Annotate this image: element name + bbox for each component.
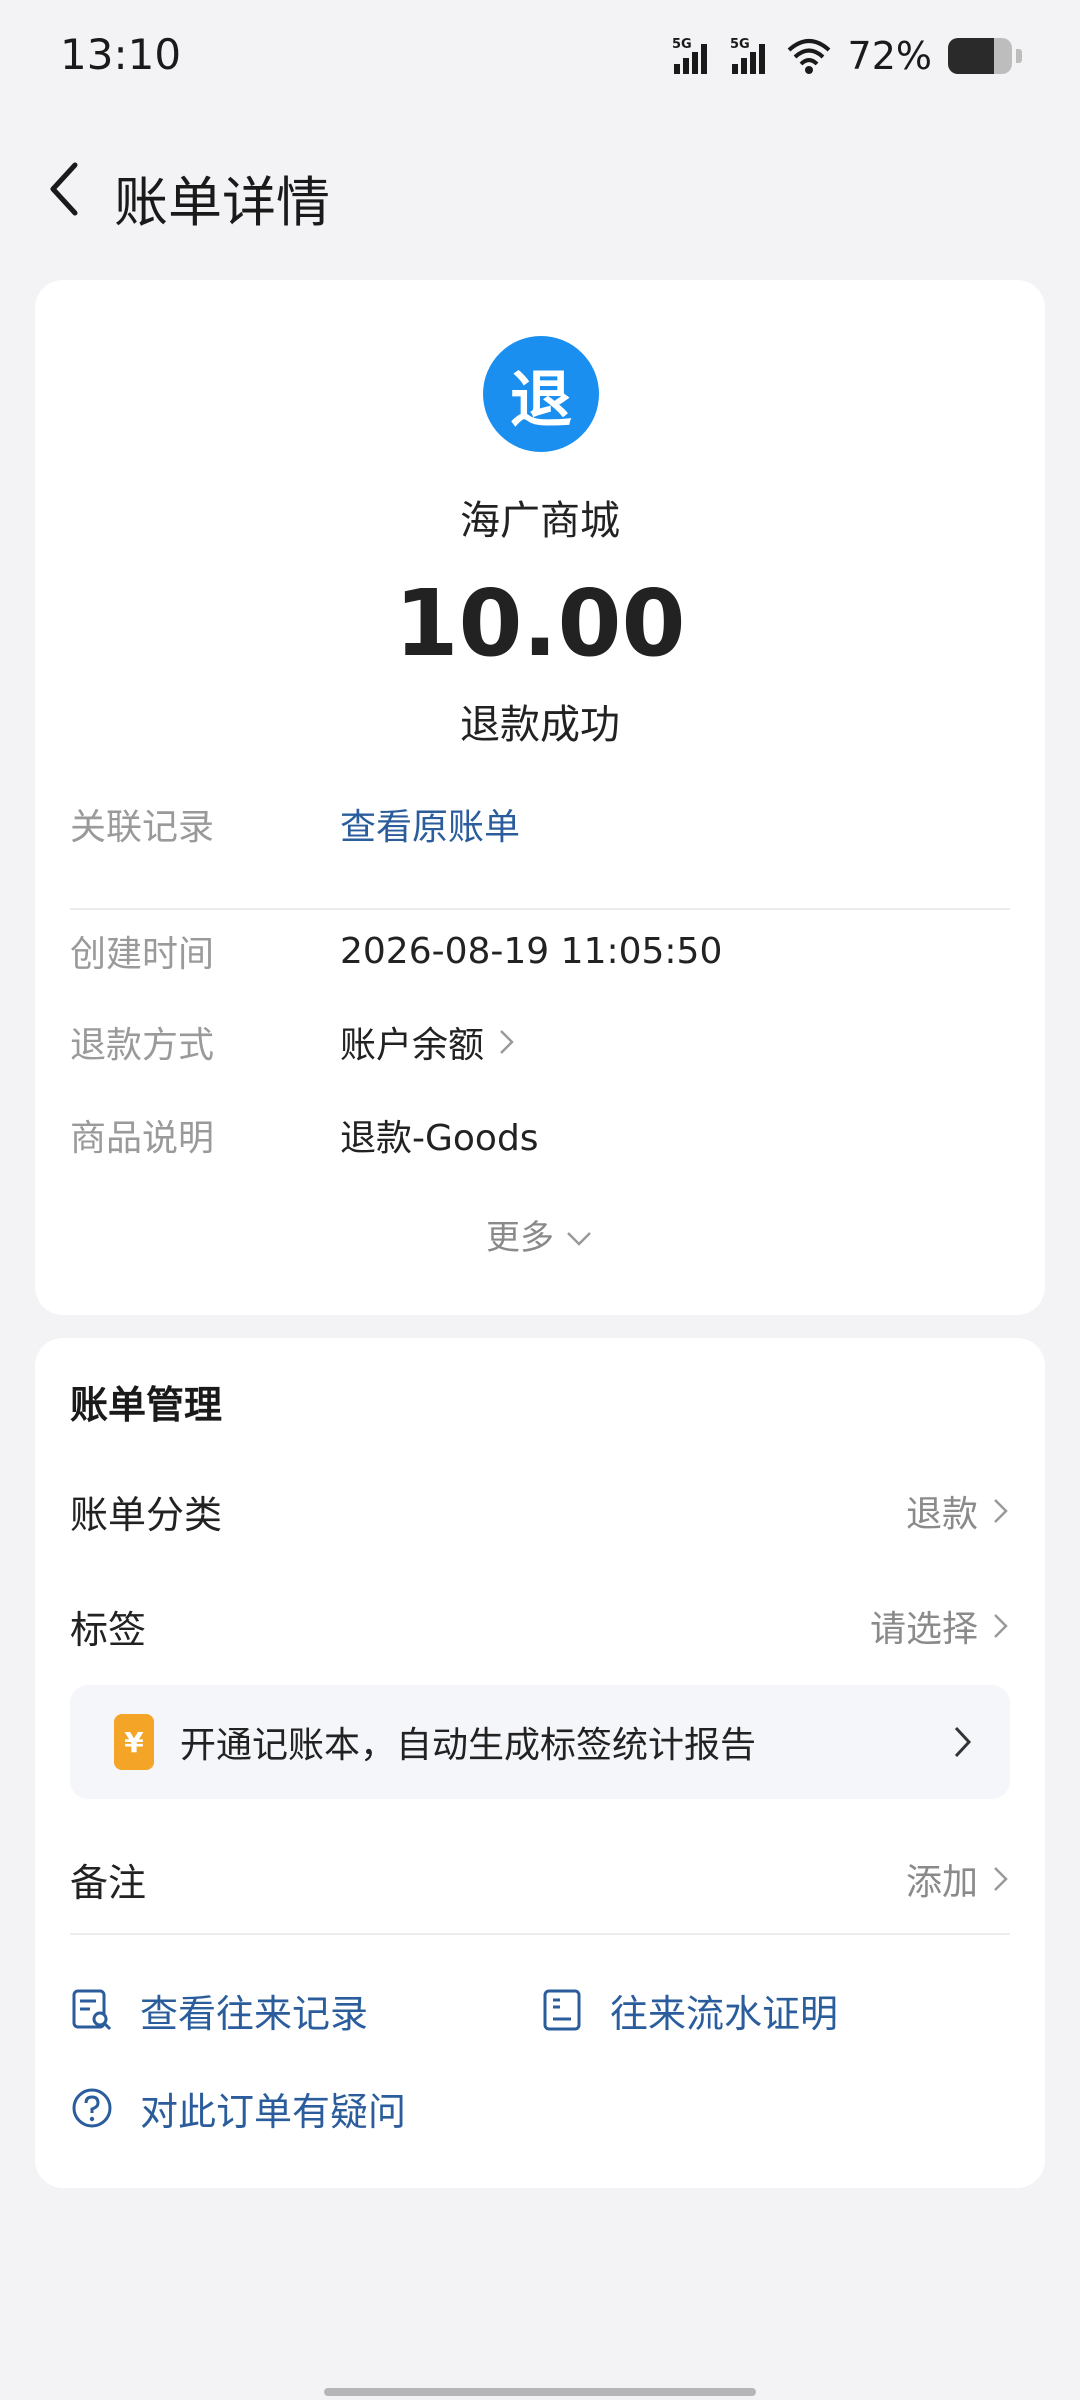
transaction-proof-button[interactable]: 往来流水证明	[540, 1975, 838, 2045]
home-indicator[interactable]	[324, 2388, 756, 2396]
yuan-icon: ¥	[114, 1714, 154, 1770]
goods-desc-value: 退款-Goods	[340, 1118, 539, 1159]
refund-method-text: 账户余额	[340, 1025, 485, 1066]
divider	[70, 1933, 1010, 1935]
refund-status: 退款成功	[460, 702, 620, 748]
amount: 10.00	[394, 570, 686, 677]
chevron-right-icon	[994, 1614, 1008, 1638]
category-text: 退款	[905, 1494, 978, 1535]
promo-text: 开通记账本，自动生成标签统计报告	[180, 1725, 757, 1766]
back-arrow-icon	[50, 162, 78, 216]
battery-icon	[948, 38, 1012, 74]
note-value: 添加	[906, 1853, 1010, 1905]
refund-icon: 退	[483, 336, 599, 452]
bill-summary-card: 退 海广商城 10.00 退款成功 关联记录 查看原账单 创建时间 2026-0…	[35, 280, 1045, 1315]
view-records-label: 查看往来记录	[140, 1991, 369, 2036]
battery-percent: 72%	[847, 34, 932, 78]
status-bar: 13:10 5G 5G 72%	[0, 0, 1080, 116]
tag-row[interactable]: 标签 请选择	[70, 1591, 1010, 1661]
refund-method-label: 退款方式	[70, 1025, 215, 1066]
refund-method-row[interactable]: 退款方式 账户余额	[70, 1012, 1010, 1072]
bill-management-card: 账单管理 账单分类 退款 标签 请选择 ¥ 开通记账本，自动生成标签统计报告 备…	[35, 1338, 1045, 2188]
tag-value: 请选择	[870, 1600, 1010, 1652]
svg-text:5G: 5G	[730, 37, 750, 52]
view-original-bill-link[interactable]: 查看原账单	[340, 798, 520, 850]
svg-text:5G: 5G	[672, 37, 692, 52]
refund-method-value: 账户余额	[340, 1016, 516, 1068]
transaction-proof-label: 往来流水证明	[610, 1991, 839, 2036]
related-record-label: 关联记录	[70, 807, 215, 848]
ledger-promo-banner[interactable]: ¥ 开通记账本，自动生成标签统计报告	[70, 1685, 1010, 1799]
more-button[interactable]: 更多	[35, 1210, 1045, 1259]
status-indicators: 5G 5G 72%	[670, 34, 1022, 78]
divider	[70, 908, 1010, 910]
document-proof-icon	[543, 1989, 581, 2031]
question-circle-icon	[72, 2088, 112, 2128]
battery-fill	[948, 38, 995, 74]
wifi-icon	[787, 39, 830, 74]
chevron-right-icon	[500, 1030, 514, 1054]
view-records-button[interactable]: 查看往来记录	[70, 1975, 368, 2045]
page-title: 账单详情	[114, 171, 330, 234]
tag-text: 请选择	[869, 1609, 978, 1650]
goods-desc-row: 商品说明 退款-Goods	[70, 1105, 1010, 1165]
battery-cap	[1016, 49, 1022, 63]
order-question-button[interactable]: 对此订单有疑问	[70, 2073, 406, 2143]
note-row[interactable]: 备注 添加	[70, 1844, 1010, 1914]
chevron-down-icon	[567, 1231, 591, 1246]
signal-icon: 5G	[730, 37, 765, 74]
more-label: 更多	[486, 1218, 554, 1258]
header: 账单详情	[0, 140, 1080, 240]
signal-icon: 5G	[672, 37, 707, 74]
chevron-right-icon	[994, 1867, 1008, 1891]
back-button[interactable]	[30, 154, 100, 224]
created-time-row: 创建时间 2026-08-19 11:05:50	[70, 921, 1010, 981]
chevron-right-icon	[994, 1499, 1008, 1523]
tag-label: 标签	[70, 1607, 147, 1652]
records-search-icon	[72, 1989, 112, 2031]
order-question-label: 对此订单有疑问	[140, 2089, 407, 2134]
category-label: 账单分类	[70, 1492, 223, 1537]
chevron-right-icon	[954, 1726, 972, 1758]
status-time: 13:10	[60, 30, 182, 79]
note-text: 添加	[905, 1862, 978, 1903]
created-time-value: 2026-08-19 11:05:50	[340, 930, 723, 972]
created-time-label: 创建时间	[70, 934, 215, 975]
goods-desc-label: 商品说明	[70, 1118, 215, 1159]
category-row[interactable]: 账单分类 退款	[70, 1476, 1010, 1546]
note-label: 备注	[70, 1860, 147, 1905]
merchant-name: 海广商城	[460, 498, 620, 544]
related-record-row: 关联记录 查看原账单	[70, 794, 1010, 854]
section-title: 账单管理	[70, 1383, 223, 1427]
category-value: 退款	[906, 1485, 1010, 1537]
